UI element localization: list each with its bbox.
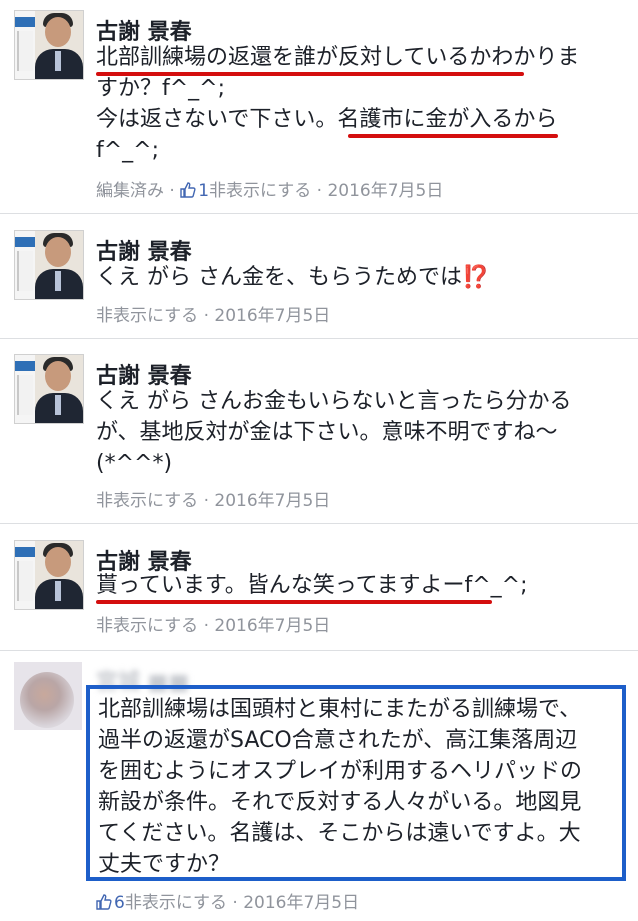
comment-line: f^_^; bbox=[96, 138, 160, 163]
comment-date[interactable]: 2016年7月5日 bbox=[214, 491, 330, 511]
comment-date[interactable]: 2016年7月5日 bbox=[214, 306, 330, 326]
comment-meta: 6非表示にする · 2016年7月5日 bbox=[96, 888, 359, 913]
comment-line: くえ がら さんお金もいらないと言ったら分かる bbox=[96, 389, 572, 414]
comment-line: を囲むようにオスプレイが利用するヘリパッドの bbox=[98, 759, 583, 784]
comment-meta: 非表示にする · 2016年7月5日 bbox=[96, 486, 330, 511]
comment-line: 北部訓練場は国頭村と東村にまたがる訓練場で、 bbox=[98, 697, 582, 722]
comment-date[interactable]: 2016年7月5日 bbox=[327, 181, 443, 201]
comment-text: 北部訓練場の返還を誰が反対しているかわかりま すか？f^_^; 今は返さないで下… bbox=[96, 42, 626, 166]
red-underline bbox=[348, 134, 558, 138]
avatar[interactable] bbox=[14, 540, 84, 610]
comment-line: 北部訓練場の返還を誰が反対しているかわかりま bbox=[96, 45, 580, 70]
hide-link[interactable]: 非表示にする bbox=[96, 616, 198, 636]
comment-line: てください。名護は、そこからは遠いですよ。大 bbox=[98, 821, 581, 846]
divider bbox=[0, 650, 638, 651]
comment-meta: 非表示にする · 2016年7月5日 bbox=[96, 301, 330, 326]
hide-link[interactable]: 非表示にする bbox=[209, 181, 311, 201]
like-number: 6 bbox=[114, 893, 125, 913]
avatar[interactable] bbox=[14, 230, 84, 300]
comment-line: (*^^*) bbox=[96, 451, 173, 476]
like-number: 1 bbox=[198, 181, 210, 201]
comment-line: 丈夫ですか？ bbox=[98, 852, 231, 877]
red-underline bbox=[96, 600, 492, 604]
avatar[interactable] bbox=[14, 10, 84, 80]
thumbs-up-icon bbox=[96, 894, 112, 910]
avatar[interactable] bbox=[14, 354, 84, 424]
divider bbox=[0, 338, 638, 339]
red-underline bbox=[96, 72, 524, 76]
divider bbox=[0, 523, 638, 524]
separator: · bbox=[227, 893, 244, 913]
comment-date[interactable]: 2016年7月5日 bbox=[243, 893, 359, 913]
comment-text: くえ がら さん金を、もらうためでは⁉️ bbox=[96, 262, 626, 293]
comment-meta: 編集済み · 1非表示にする · 2016年7月5日 bbox=[96, 176, 443, 201]
comment-line: 今は返さないで下さい。名護市に金が入るから bbox=[96, 107, 558, 132]
comment-line: 過半の返還がSACO合意されたが、高江集落周辺 bbox=[98, 728, 578, 753]
edited-label[interactable]: 編集済み bbox=[96, 181, 164, 201]
like-count[interactable]: 1 bbox=[180, 181, 209, 201]
comment-line: 貰っています。皆んな笑ってますよーf^_^; bbox=[96, 573, 528, 598]
hide-link[interactable]: 非表示にする bbox=[96, 306, 198, 326]
thumbs-up-icon bbox=[180, 182, 196, 198]
comment-text: くえ がら さんお金もいらないと言ったら分かる が、基地反対が金は下さい。意味不… bbox=[96, 386, 626, 479]
separator: · bbox=[198, 616, 215, 636]
separator: · bbox=[164, 181, 181, 201]
comment-text: 北部訓練場は国頭村と東村にまたがる訓練場で、 過半の返還がSACO合意されたが、… bbox=[98, 694, 620, 880]
like-count[interactable]: 6 bbox=[96, 893, 125, 913]
comment-line: 新設が条件。それで反対する人々がいる。地図見 bbox=[98, 790, 582, 815]
separator: · bbox=[198, 491, 215, 511]
separator: · bbox=[311, 181, 328, 201]
comment-line: が、基地反対が金は下さい。意味不明ですね〜 bbox=[96, 420, 558, 445]
exclamation-question-icon: ⁉️ bbox=[462, 265, 490, 290]
divider bbox=[0, 213, 638, 214]
comment-date[interactable]: 2016年7月5日 bbox=[214, 616, 330, 636]
comment-meta: 非表示にする · 2016年7月5日 bbox=[96, 611, 330, 636]
hide-link[interactable]: 非表示にする bbox=[96, 491, 198, 511]
comment-line: すか？f^_^; bbox=[96, 76, 226, 101]
comment-text: 貰っています。皆んな笑ってますよーf^_^; bbox=[96, 570, 626, 601]
comment-line: くえ がら さん金を、もらうためでは bbox=[96, 265, 462, 290]
avatar[interactable] bbox=[14, 662, 82, 730]
separator: · bbox=[198, 306, 215, 326]
hide-link[interactable]: 非表示にする bbox=[125, 893, 227, 913]
